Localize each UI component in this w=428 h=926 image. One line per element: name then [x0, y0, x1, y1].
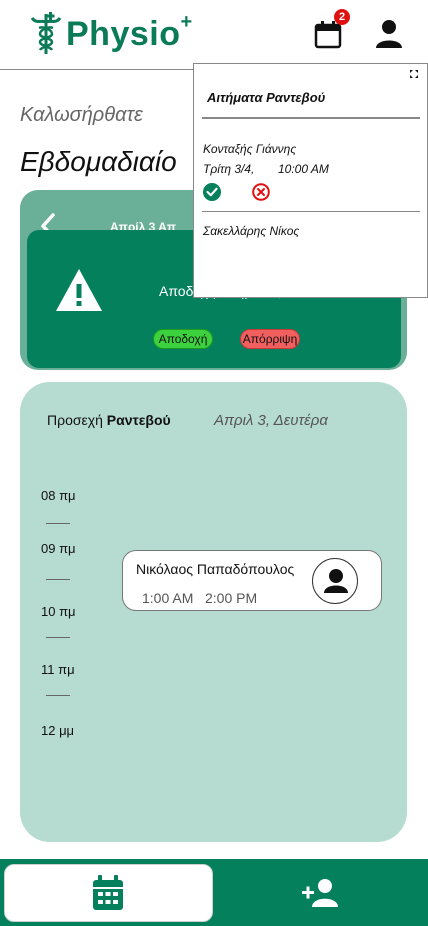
- divider: [202, 211, 420, 212]
- requests-title: Αιτήματα Ραντεβού: [207, 90, 326, 105]
- physio-logo[interactable]: Physio +: [30, 10, 193, 56]
- user-icon[interactable]: [374, 18, 404, 50]
- logo-text: Physio: [66, 14, 181, 53]
- app-header: Physio + 2: [0, 0, 428, 70]
- accept-button[interactable]: Αποδοχή: [153, 329, 213, 349]
- appointment-start-time: 1:00 AM: [142, 590, 194, 606]
- caduceus-icon: [30, 12, 62, 54]
- check-circle-icon[interactable]: [203, 183, 221, 201]
- upcoming-appointments-card: [20, 382, 407, 842]
- hour-divider: [46, 523, 70, 524]
- hour-label: 10 πμ: [41, 604, 76, 619]
- request-patient-name: Κονταξής Γιάννης: [203, 142, 297, 156]
- hour-label: 11 πμ: [41, 662, 75, 677]
- weekly-title: Εβδομαδιαίο: [20, 146, 177, 177]
- request-patient-name: Σακελλάρης Νίκος: [203, 224, 300, 238]
- logo-plus: +: [180, 10, 193, 33]
- request-time: 10:00 AM: [278, 162, 329, 176]
- upcoming-label-bold: Ραντεβού: [106, 412, 171, 428]
- hour-label: 12 μμ: [41, 723, 75, 738]
- appointment-end-time: 2:00 PM: [205, 590, 258, 606]
- notification-badge: 2: [334, 9, 350, 25]
- avatar: [312, 558, 358, 604]
- appointment-requests-panel: Αιτήματα Ραντεβού Κονταξής Γιάννης Τρίτη…: [193, 63, 428, 298]
- hour-divider: [46, 695, 70, 696]
- close-circle-icon[interactable]: [252, 183, 270, 201]
- calendar-icon: [93, 875, 123, 910]
- add-user-icon[interactable]: [301, 878, 339, 908]
- reject-button[interactable]: Απόρριψη: [240, 329, 300, 349]
- upcoming-label: Προσεχή Ραντεβού: [47, 412, 171, 428]
- appointment-date: Απριλ 3, Δευτέρα: [214, 412, 328, 429]
- welcome-text: Καλωσήρθατε: [20, 104, 143, 126]
- hour-divider: [46, 579, 70, 580]
- upcoming-label-prefix: Προσεχή: [47, 412, 103, 428]
- appointment-patient-name: Νικόλαος Παπαδόπουλος: [136, 561, 295, 577]
- user-icon: [324, 569, 348, 593]
- hour-label: 08 πμ: [41, 488, 76, 503]
- request-date: Τρίτη 3/4,: [203, 162, 255, 176]
- hour-label: 09 πμ: [41, 541, 76, 556]
- expand-icon[interactable]: [409, 69, 419, 79]
- warning-icon: [56, 269, 102, 311]
- divider: [202, 117, 420, 119]
- hour-divider: [46, 637, 70, 638]
